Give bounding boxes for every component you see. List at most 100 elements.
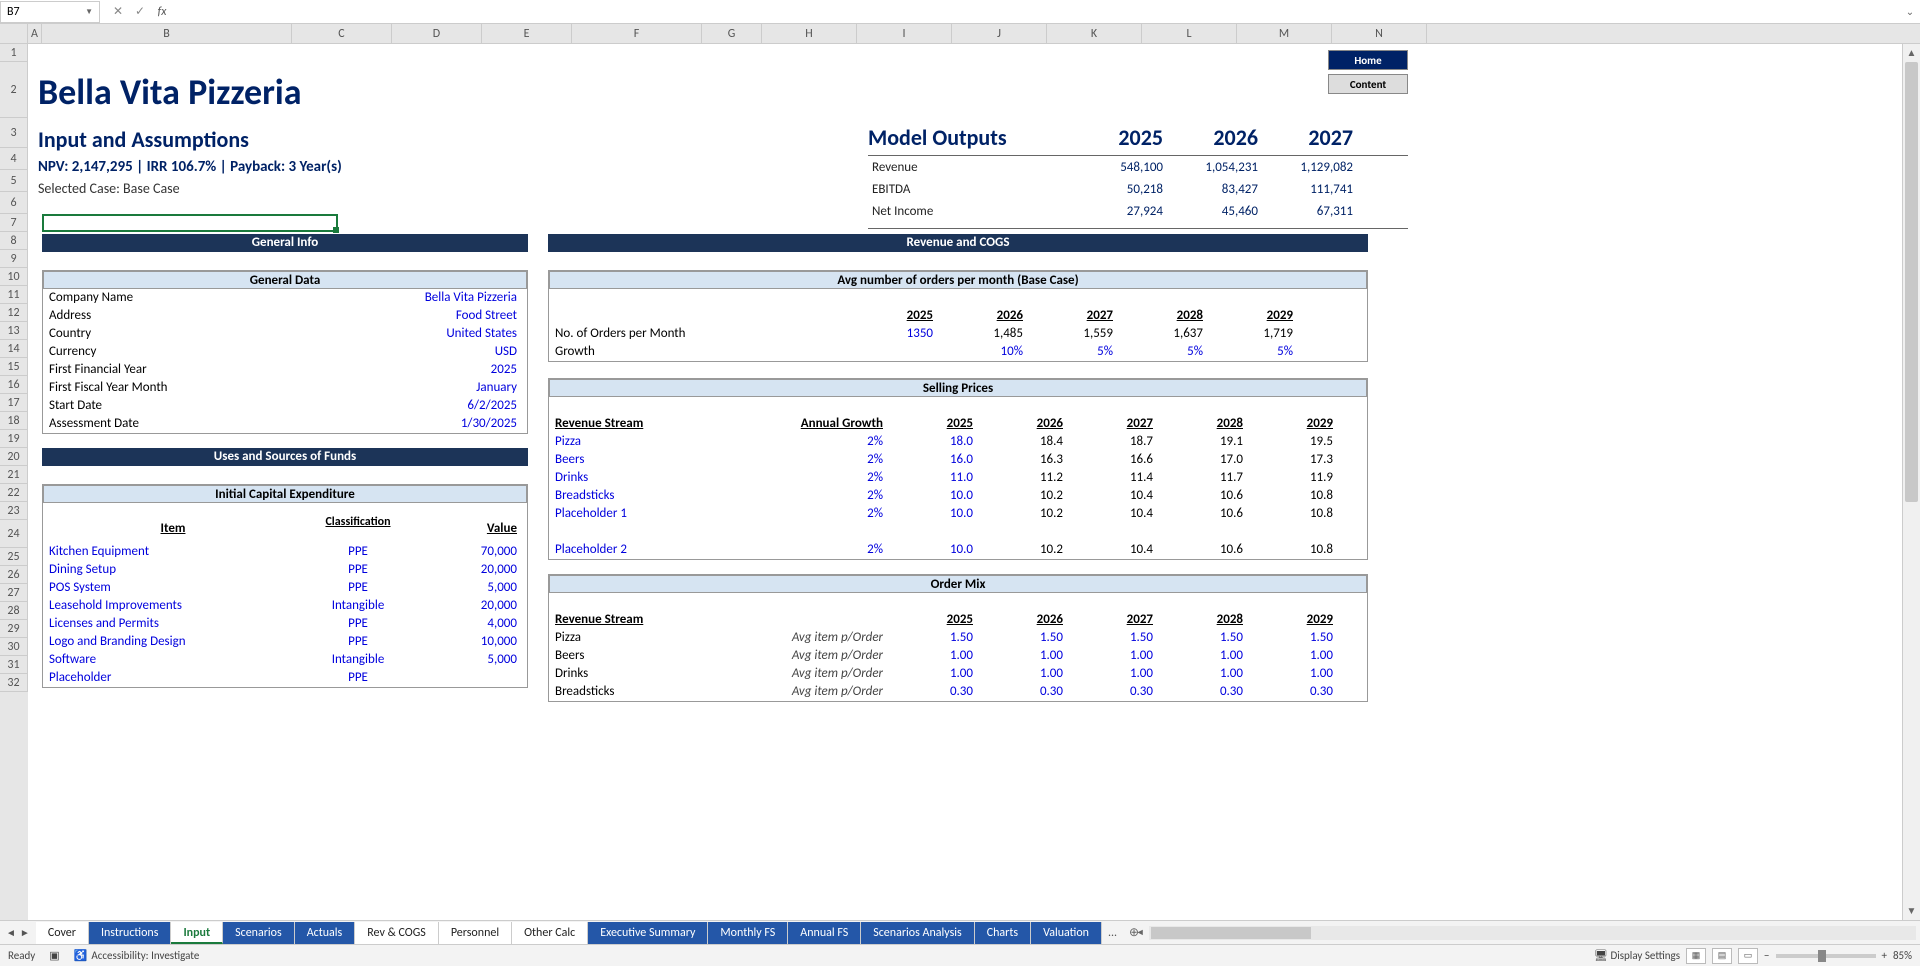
display-settings[interactable]: 🖥 Display Settings (1594, 949, 1680, 962)
row-header[interactable]: 28 (0, 602, 28, 620)
vscroll-thumb[interactable] (1905, 62, 1918, 502)
column-header[interactable]: H (762, 24, 857, 43)
accessibility-icon: ♿ (74, 949, 88, 962)
zoom-out-button[interactable]: − (1764, 949, 1769, 962)
zoom-in-button[interactable]: + (1882, 949, 1887, 962)
sheet-tab[interactable]: Valuation (1031, 922, 1102, 944)
sheet-tab[interactable]: Other Calc (512, 922, 588, 944)
row-header[interactable]: 12 (0, 304, 28, 322)
row-header[interactable]: 11 (0, 286, 28, 304)
row-header[interactable]: 25 (0, 548, 28, 566)
tab-first-icon[interactable]: ◄ (6, 926, 16, 939)
row-header[interactable]: 27 (0, 584, 28, 602)
column-header[interactable]: J (952, 24, 1047, 43)
row-header[interactable]: 30 (0, 638, 28, 656)
sheet-tab[interactable]: Charts (975, 922, 1031, 944)
row-header[interactable]: 24 (0, 520, 28, 548)
enter-icon[interactable]: ✓ (130, 2, 150, 22)
column-header[interactable]: M (1237, 24, 1332, 43)
formula-input[interactable] (180, 1, 1900, 23)
formula-bar-buttons: ✕ ✓ fx (100, 2, 180, 22)
row-header[interactable]: 18 (0, 412, 28, 430)
column-header[interactable]: K (1047, 24, 1142, 43)
row-header[interactable]: 7 (0, 214, 28, 232)
grid[interactable]: Home Content Bella Vita Pizzeria Input a… (28, 44, 1902, 920)
column-header[interactable]: C (292, 24, 392, 43)
row-header[interactable]: 26 (0, 566, 28, 584)
row-header[interactable]: 6 (0, 192, 28, 214)
sheet-tab[interactable]: Actuals (295, 922, 356, 944)
row-header[interactable]: 32 (0, 674, 28, 692)
sheet-tabs-bar: ◄ ► CoverInstructionsInputScenariosActua… (0, 920, 1920, 944)
tabs-more[interactable]: ... (1102, 926, 1123, 940)
column-header[interactable]: N (1332, 24, 1427, 43)
status-bar: Ready ▣ ♿Accessibility: Investigate 🖥 Di… (0, 944, 1920, 966)
home-button[interactable]: Home (1328, 50, 1408, 70)
row-header[interactable]: 3 (0, 118, 28, 148)
column-header[interactable]: B (42, 24, 292, 43)
column-header[interactable]: L (1142, 24, 1237, 43)
row-header[interactable]: 21 (0, 466, 28, 484)
column-header[interactable]: D (392, 24, 482, 43)
sheet-tab[interactable]: Scenarios (223, 922, 295, 944)
sheet-tab[interactable]: Cover (36, 922, 89, 944)
sheet-tab[interactable]: Executive Summary (588, 922, 708, 944)
row-header[interactable]: 15 (0, 358, 28, 376)
scroll-down-icon[interactable]: ▼ (1903, 902, 1920, 920)
section-general-info: General Info (42, 234, 528, 252)
cancel-icon[interactable]: ✕ (108, 2, 128, 22)
row-header[interactable]: 23 (0, 502, 28, 520)
sheet-tab[interactable]: Input (171, 922, 223, 944)
content-button[interactable]: Content (1328, 74, 1408, 94)
formula-expand-icon[interactable]: ⌄ (1900, 5, 1920, 18)
column-headers: ABCDEFGHIJKLMN (0, 24, 1920, 44)
column-header[interactable]: F (572, 24, 702, 43)
row-header[interactable]: 29 (0, 620, 28, 638)
column-header[interactable]: G (702, 24, 762, 43)
column-header[interactable]: A (28, 24, 42, 43)
horizontal-scrollbar[interactable]: ◄ ► (1149, 926, 1916, 940)
row-header[interactable]: 20 (0, 448, 28, 466)
general-data-table: General Data Company NameBella Vita Pizz… (42, 270, 528, 434)
sheet-tab[interactable]: Monthly FS (708, 922, 788, 944)
row-header[interactable]: 1 (0, 44, 28, 62)
tab-last-icon[interactable]: ► (20, 926, 30, 939)
sheet-tab[interactable]: Rev & COGS (355, 922, 439, 944)
page-break-button[interactable]: ▭ (1738, 948, 1758, 964)
name-box[interactable]: B7 ▼ (0, 1, 100, 23)
row-header[interactable]: 16 (0, 376, 28, 394)
row-header[interactable]: 17 (0, 394, 28, 412)
column-header[interactable]: I (857, 24, 952, 43)
row-header[interactable]: 13 (0, 322, 28, 340)
select-all-corner[interactable] (0, 24, 28, 43)
scroll-left-icon[interactable]: ◄ (1133, 926, 1147, 940)
row-header[interactable]: 9 (0, 250, 28, 268)
column-header[interactable]: E (482, 24, 572, 43)
selected-cell (42, 214, 338, 232)
row-header[interactable]: 31 (0, 656, 28, 674)
row-header[interactable]: 22 (0, 484, 28, 502)
row-header[interactable]: 14 (0, 340, 28, 358)
scroll-up-icon[interactable]: ▲ (1903, 44, 1920, 62)
fx-icon[interactable]: fx (152, 2, 172, 22)
vertical-scrollbar[interactable]: ▲ ▼ (1902, 44, 1920, 920)
section-revenue-cogs: Revenue and COGS (548, 234, 1368, 252)
row-header[interactable]: 4 (0, 148, 28, 170)
row-header[interactable]: 10 (0, 268, 28, 286)
sheet-tab[interactable]: Instructions (89, 922, 171, 944)
sheet-tab[interactable]: Personnel (439, 922, 512, 944)
accessibility-status[interactable]: ♿Accessibility: Investigate (74, 949, 200, 962)
zoom-slider[interactable] (1776, 954, 1876, 958)
sheet-tab[interactable]: Scenarios Analysis (861, 922, 975, 944)
page-layout-button[interactable]: ▤ (1712, 948, 1732, 964)
name-box-dropdown-icon[interactable]: ▼ (85, 7, 93, 17)
sheet-tab[interactable]: Annual FS (788, 922, 861, 944)
row-header[interactable]: 19 (0, 430, 28, 448)
row-header[interactable]: 8 (0, 232, 28, 250)
row-header[interactable]: 2 (0, 62, 28, 118)
row-header[interactable]: 5 (0, 170, 28, 192)
macro-record-icon[interactable]: ▣ (49, 949, 59, 962)
normal-view-button[interactable]: ▦ (1686, 948, 1706, 964)
display-settings-icon: 🖥 (1594, 949, 1608, 962)
hscroll-thumb[interactable] (1151, 927, 1311, 939)
